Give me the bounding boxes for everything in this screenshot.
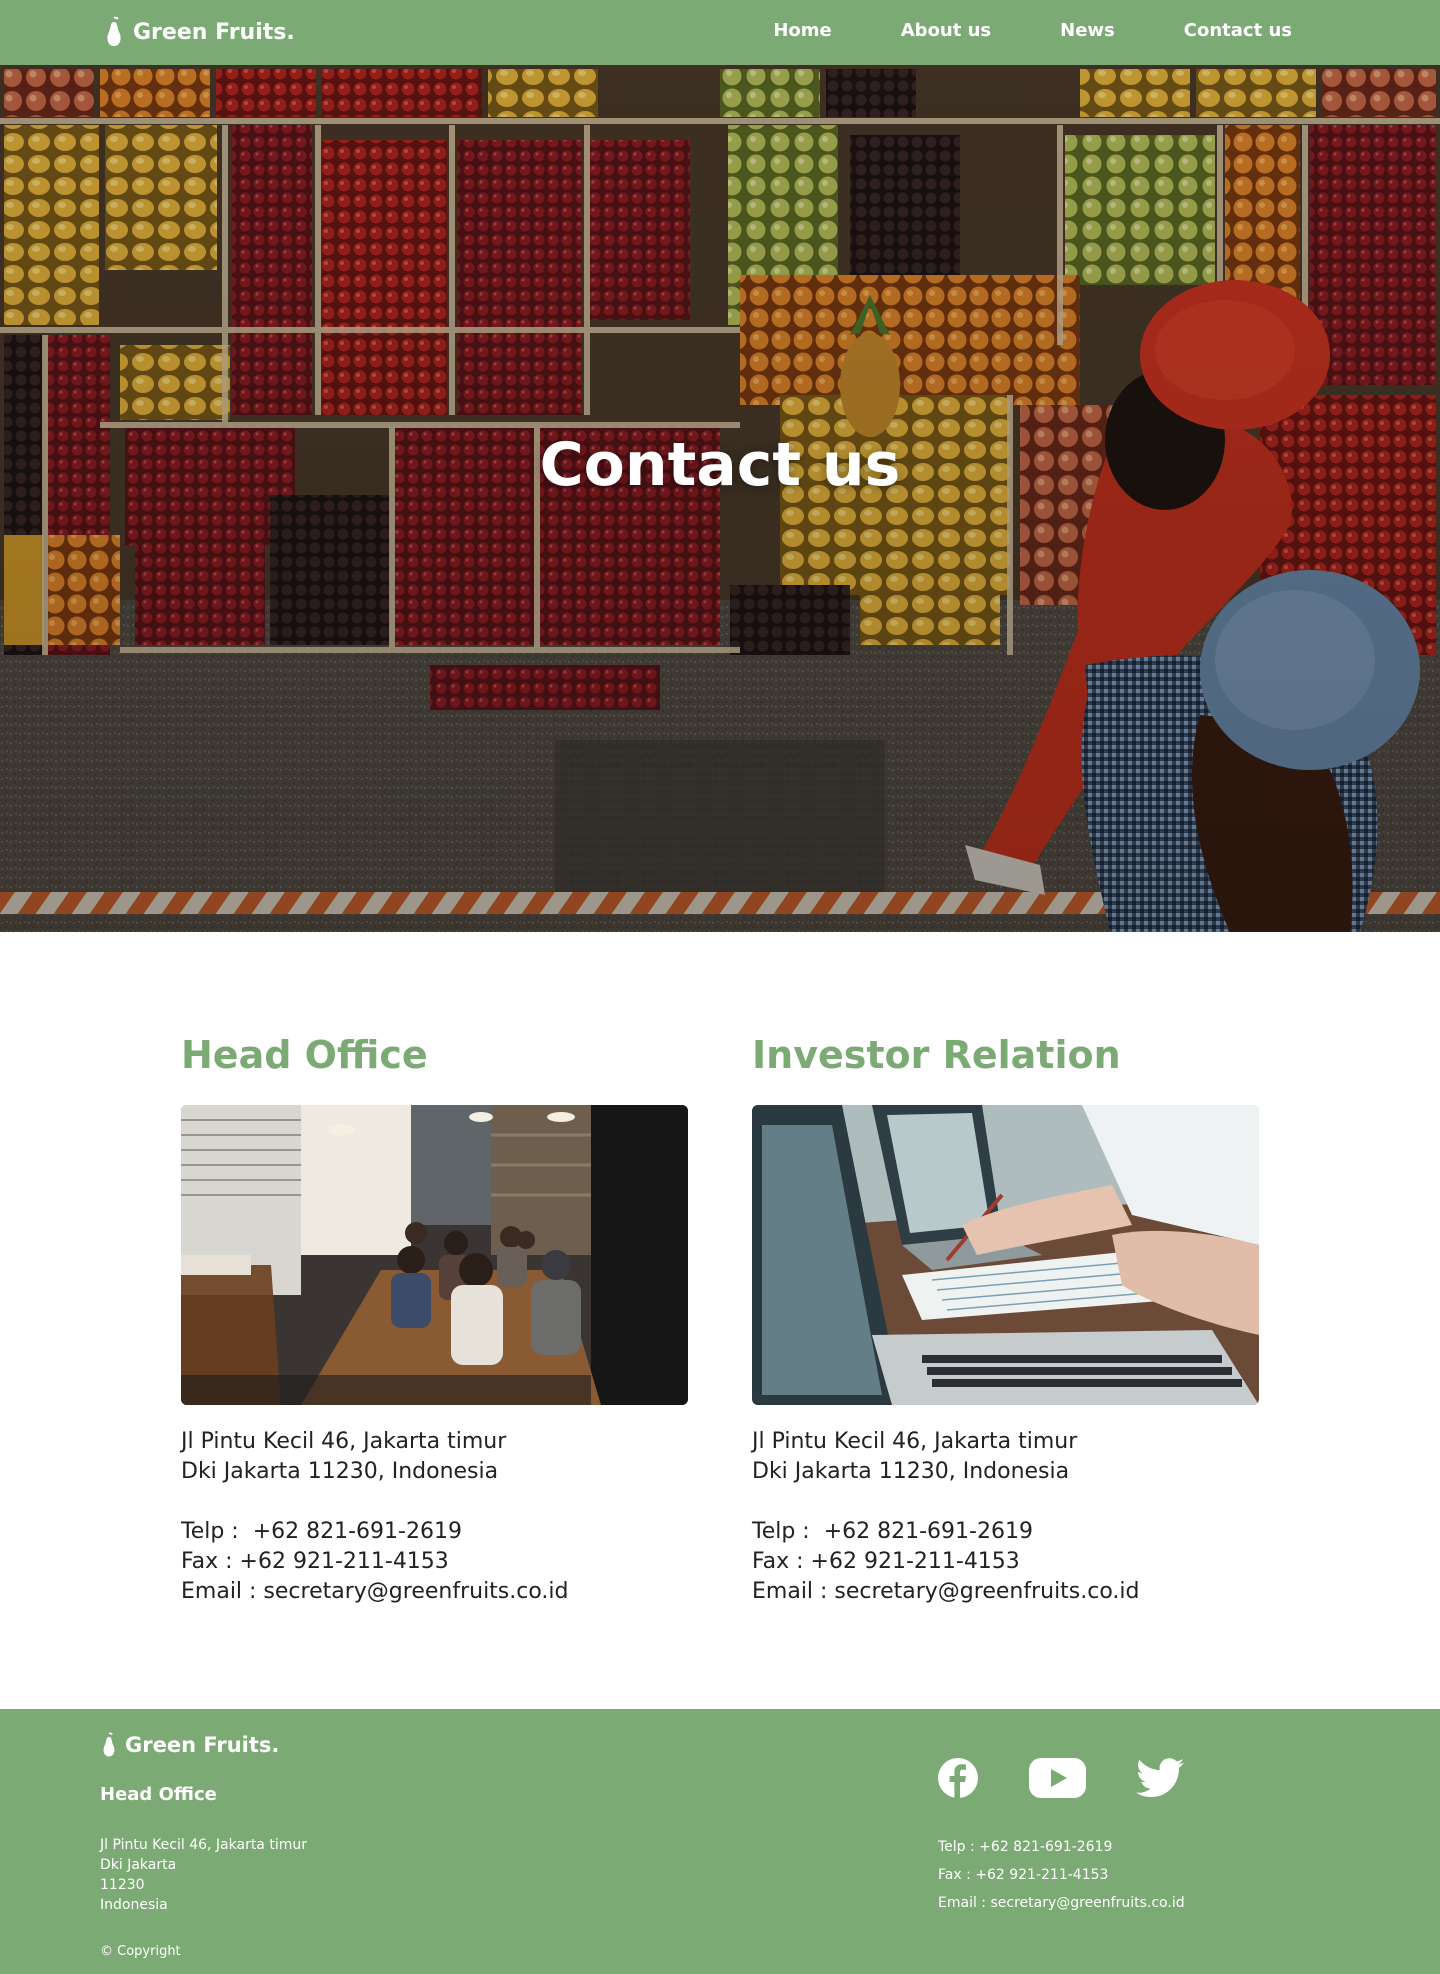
footer-email: Email : secretary@greenfruits.co.id — [938, 1895, 1185, 1911]
footer-address-line: Indonesia — [100, 1897, 168, 1913]
address-line: Dki Jakarta 11230, Indonesia — [752, 1459, 1070, 1484]
telp-text: Telp : +62 821-691-2619 — [181, 1519, 462, 1544]
footer-address: Jl Pintu Kecil 46, Jakarta timur Dki Jak… — [100, 1835, 307, 1915]
investor-relation-card: Investor Relation Jl Pintu Kecil 46, Jak… — [752, 1030, 1259, 1607]
brand-logo-link[interactable]: Green Fruits. — [103, 16, 295, 48]
laptop-paperwork-photo — [752, 1105, 1259, 1405]
telp-text: Telp : +62 821-691-2619 — [752, 1519, 1033, 1544]
nav-link-home[interactable]: Home — [773, 20, 831, 41]
investor-relation-address: Jl Pintu Kecil 46, Jakarta timur Dki Jak… — [752, 1427, 1259, 1487]
social-links — [937, 1757, 1184, 1803]
head-office-address: Jl Pintu Kecil 46, Jakarta timur Dki Jak… — [181, 1427, 688, 1487]
head-office-card: Head Office Jl Pintu Kecil 46, Jakarta t… — [181, 1030, 688, 1607]
site-footer: Green Fruits. Head Office Jl Pintu Kecil… — [0, 1709, 1440, 1974]
hero-banner: Contact us — [0, 65, 1440, 932]
footer-telp: Telp : +62 821-691-2619 — [938, 1839, 1113, 1855]
nav-link-contact[interactable]: Contact us — [1184, 20, 1292, 41]
pear-icon — [103, 1732, 115, 1757]
footer-contacts: Telp : +62 821-691-2619 Fax : +62 921-21… — [938, 1833, 1185, 1917]
footer-address-line: 11230 — [100, 1877, 145, 1893]
address-line: Jl Pintu Kecil 46, Jakarta timur — [181, 1429, 507, 1454]
footer-fax: Fax : +62 921-211-4153 — [938, 1867, 1109, 1883]
youtube-link[interactable] — [1029, 1758, 1086, 1802]
footer-brand-name: Green Fruits. — [125, 1733, 280, 1757]
facebook-link[interactable] — [937, 1757, 979, 1803]
address-line: Dki Jakarta 11230, Indonesia — [181, 1459, 499, 1484]
head-office-title: Head Office — [181, 1033, 428, 1077]
office-meeting-photo — [181, 1105, 688, 1405]
nav-link-about[interactable]: About us — [901, 20, 991, 41]
twitter-icon — [1136, 1758, 1184, 1797]
investor-relation-title: Investor Relation — [752, 1033, 1121, 1077]
main-nav: Home About us News Contact us — [773, 20, 1292, 41]
footer-brand: Green Fruits. — [100, 1731, 279, 1759]
copyright-text: © Copyright — [100, 1944, 181, 1959]
address-line: Jl Pintu Kecil 46, Jakarta timur — [752, 1429, 1078, 1454]
head-office-contacts: Telp : +62 821-691-2619 Fax : +62 921-21… — [181, 1517, 688, 1607]
twitter-link[interactable] — [1136, 1758, 1184, 1802]
investor-relation-contacts: Telp : +62 821-691-2619 Fax : +62 921-21… — [752, 1517, 1259, 1607]
youtube-icon — [1029, 1758, 1086, 1798]
footer-address-line: Jl Pintu Kecil 46, Jakarta timur — [100, 1837, 307, 1853]
email-text: Email : secretary@greenfruits.co.id — [181, 1579, 569, 1604]
email-text: Email : secretary@greenfruits.co.id — [752, 1579, 1140, 1604]
nav-link-news[interactable]: News — [1060, 20, 1115, 41]
fax-text: Fax : +62 921-211-4153 — [752, 1549, 1020, 1574]
brand-name: Green Fruits. — [133, 19, 295, 45]
footer-address-line: Dki Jakarta — [100, 1857, 177, 1873]
top-navbar: Green Fruits. Home About us News Contact… — [0, 0, 1440, 65]
footer-heading: Head Office — [100, 1784, 217, 1805]
hero-title: Contact us — [539, 430, 901, 500]
fax-text: Fax : +62 921-211-4153 — [181, 1549, 449, 1574]
pear-icon — [107, 16, 121, 46]
facebook-icon — [938, 1758, 978, 1798]
